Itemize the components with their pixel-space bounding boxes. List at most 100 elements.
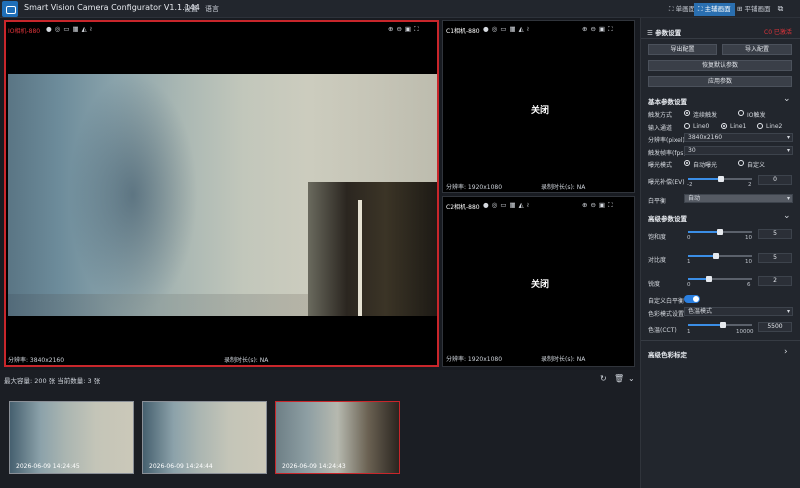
c2-zoom-toolbar[interactable]: ⊕⊖▣⛶ bbox=[582, 201, 616, 210]
grid-icon[interactable]: ▦ bbox=[73, 25, 82, 33]
color-calibration-section[interactable]: 高级色彩标定 bbox=[648, 349, 687, 359]
fit-icon[interactable]: ▣ bbox=[599, 201, 608, 209]
c1-camera-toolbar[interactable]: ●◎▭▦◭≀ bbox=[483, 25, 532, 33]
signal-icon[interactable]: ◭ bbox=[519, 201, 527, 209]
resolution-select[interactable]: 3840x2160 bbox=[684, 133, 793, 142]
grid-icon[interactable]: ▦ bbox=[510, 25, 519, 33]
collapse-advanced-chevron-icon[interactable]: ⌄ bbox=[783, 211, 791, 221]
ev-slider-handle[interactable] bbox=[718, 176, 724, 182]
contrast-max: 10 bbox=[745, 259, 752, 265]
trigger-io-label: IO触发 bbox=[747, 112, 766, 119]
camera-live-image bbox=[8, 74, 437, 316]
signal-icon[interactable]: ◭ bbox=[82, 25, 90, 33]
fullscreen-icon[interactable]: ⛶ bbox=[608, 25, 616, 33]
apply-params-button[interactable]: 应用参数 bbox=[648, 76, 792, 87]
expand-chevron-right-icon[interactable]: › bbox=[784, 347, 788, 357]
thumbnail-item[interactable]: 2026-06-09 14:24:45 bbox=[9, 401, 134, 474]
sharpness-max: 6 bbox=[747, 282, 751, 288]
zoom-out-icon[interactable]: ⊖ bbox=[396, 25, 404, 33]
settings-panel: ☰ 参数设置 C0 已激活 导出配置 导入配置 恢复默认参数 应用参数 基本参数… bbox=[640, 18, 800, 488]
line2-radio[interactable] bbox=[757, 123, 763, 129]
grid-icon[interactable]: ▦ bbox=[510, 201, 519, 209]
cct-slider-fill bbox=[688, 324, 724, 326]
wifi-icon[interactable]: ≀ bbox=[527, 201, 532, 209]
c1-zoom-toolbar[interactable]: ⊕⊖▣⛶ bbox=[582, 25, 616, 34]
c2-camera-view[interactable]: C2相机-880 ●◎▭▦◭≀ ⊕⊖▣⛶ 关闭 分辨率: 1920x1080 录… bbox=[442, 196, 635, 367]
fullscreen-icon[interactable]: ⛶ bbox=[608, 201, 616, 209]
contrast-value[interactable]: 5 bbox=[758, 253, 792, 263]
fullscreen-icon[interactable]: ⛶ bbox=[414, 25, 422, 33]
thumbnail-item-selected[interactable]: 2026-06-09 14:24:43 bbox=[275, 401, 400, 474]
contrast-slider-handle[interactable] bbox=[713, 253, 719, 259]
sharpness-value[interactable]: 2 bbox=[758, 276, 792, 286]
delete-icon[interactable]: 🗑 bbox=[614, 374, 624, 383]
tab-main-aux-view[interactable]: ⛶ 主辅画面 bbox=[694, 3, 735, 16]
trigger-label: 触发方式 bbox=[648, 112, 673, 119]
c1-camera-view[interactable]: C1相机-880 ●◎▭▦◭≀ ⊕⊖▣⛶ 关闭 分辨率: 1920x1080 录… bbox=[442, 20, 635, 193]
collapse-chevron-icon[interactable]: ⌄ bbox=[628, 374, 635, 383]
main-record-duration: 录制时长(s): NA bbox=[224, 357, 269, 364]
auto-exposure-radio[interactable] bbox=[684, 160, 690, 166]
settings-header-label: 参数设置 bbox=[655, 29, 682, 37]
trigger-io-radio[interactable] bbox=[738, 110, 744, 116]
color-mode-select[interactable]: 色温模式 bbox=[684, 307, 793, 316]
capacity-text: 最大容量: 200 张 当前数量: 3 张 bbox=[4, 377, 101, 385]
tab-tile-label: 平铺画面 bbox=[744, 5, 771, 13]
video-icon[interactable]: ▭ bbox=[500, 25, 509, 33]
cct-value[interactable]: 5500 bbox=[758, 322, 792, 332]
fit-icon[interactable]: ▣ bbox=[599, 25, 608, 33]
app-title: Smart Vision Camera Configurator V1.1.14… bbox=[24, 3, 200, 12]
line1-radio[interactable] bbox=[721, 123, 727, 129]
zoom-out-icon[interactable]: ⊖ bbox=[590, 201, 598, 209]
signal-icon[interactable]: ◭ bbox=[519, 25, 527, 33]
refresh-icon[interactable]: ↻ bbox=[600, 374, 607, 383]
c1-resolution: 分辨率: 1920x1080 bbox=[446, 184, 503, 191]
main-camera-view[interactable]: IO相机-880 ●◎▭▦◭≀ ⊕⊖▣⛶ 分辨率: 3840x2160 录制时长… bbox=[4, 20, 439, 367]
saturation-slider-handle[interactable] bbox=[717, 229, 723, 235]
contrast-slider-fill bbox=[688, 255, 716, 257]
trigger-continuous-radio[interactable] bbox=[684, 110, 690, 116]
framerate-select[interactable]: 30 bbox=[684, 146, 793, 155]
menu-settings[interactable]: 设置 bbox=[184, 4, 198, 14]
record-dot-icon[interactable]: ● bbox=[46, 25, 55, 33]
cct-slider-handle[interactable] bbox=[720, 322, 726, 328]
menu-language[interactable]: 语言 bbox=[205, 4, 219, 14]
fit-icon[interactable]: ▣ bbox=[405, 25, 414, 33]
line0-radio[interactable] bbox=[684, 123, 690, 129]
cct-max: 10000 bbox=[736, 329, 754, 335]
import-config-button[interactable]: 导入配置 bbox=[722, 44, 792, 55]
resolution-label: 分辨率(pixel) bbox=[648, 137, 685, 144]
thumbnail-bar: 最大容量: 200 张 当前数量: 3 张 ↻ 🗑 ⌄ 2026-06-09 1… bbox=[0, 370, 640, 488]
tab-single-label: 单画面 bbox=[675, 5, 696, 13]
saturation-value[interactable]: 5 bbox=[758, 229, 792, 239]
c2-closed-status: 关闭 bbox=[531, 280, 550, 290]
ev-value[interactable]: 0 bbox=[758, 175, 792, 185]
c1-record-duration: 录制时长(s): NA bbox=[541, 184, 586, 191]
record-dot-icon[interactable]: ● bbox=[483, 25, 492, 33]
zoom-out-icon[interactable]: ⊖ bbox=[590, 25, 598, 33]
custom-exposure-radio[interactable] bbox=[738, 160, 744, 166]
restore-window-icon[interactable]: ⧉ bbox=[775, 3, 786, 14]
custom-wb-toggle[interactable] bbox=[684, 295, 700, 303]
wifi-icon[interactable]: ≀ bbox=[527, 25, 532, 33]
main-camera-toolbar[interactable]: ●◎▭▦◭≀ bbox=[46, 25, 95, 33]
sharpness-slider-handle[interactable] bbox=[706, 276, 712, 282]
c1-camera-title: C1相机-880 bbox=[446, 28, 480, 35]
line1-label: Line1 bbox=[730, 123, 747, 130]
advanced-section-title: 高级参数设置 bbox=[648, 215, 687, 223]
collapse-basic-chevron-icon[interactable]: ⌄ bbox=[783, 94, 791, 104]
export-config-button[interactable]: 导出配置 bbox=[648, 44, 717, 55]
restore-defaults-button[interactable]: 恢复默认参数 bbox=[648, 60, 792, 71]
thumbnail-item[interactable]: 2026-06-09 14:24:44 bbox=[142, 401, 267, 474]
camera-logo-icon bbox=[2, 1, 18, 17]
video-icon[interactable]: ▭ bbox=[63, 25, 72, 33]
exposure-mode-label: 曝光模式 bbox=[648, 162, 673, 169]
main-zoom-toolbar[interactable]: ⊕⊖▣⛶ bbox=[388, 25, 422, 34]
white-balance-select[interactable]: 自动 bbox=[684, 194, 793, 203]
video-icon[interactable]: ▭ bbox=[500, 201, 509, 209]
tab-tile-view[interactable]: ⊞ 平铺画面 bbox=[733, 3, 775, 16]
c2-camera-toolbar[interactable]: ●◎▭▦◭≀ bbox=[483, 201, 532, 209]
wifi-icon[interactable]: ≀ bbox=[90, 25, 95, 33]
framerate-label: 触发帧率(fps) bbox=[648, 150, 686, 157]
record-dot-icon[interactable]: ● bbox=[483, 201, 492, 209]
